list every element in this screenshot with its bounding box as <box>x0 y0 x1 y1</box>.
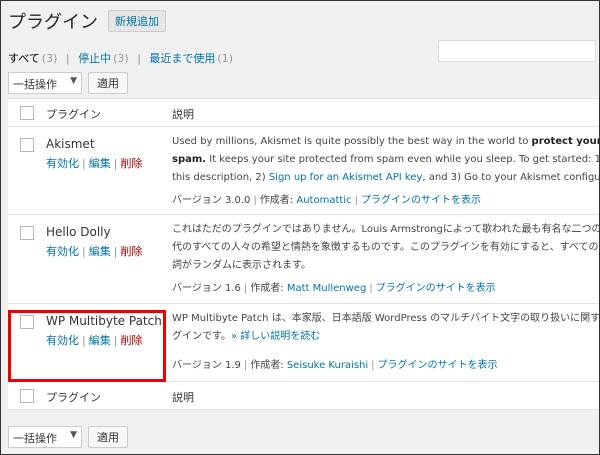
filter-all[interactable]: すべて (3) <box>8 52 57 65</box>
read-more-link[interactable]: » 詳しい説明を読む <box>231 331 320 342</box>
plugin-description: これはただのプラグインではありません。Louis Armstrongによって歌わ… <box>172 224 600 271</box>
bulk-actions-top: 一括操作 ▼ 適用 <box>8 72 128 94</box>
filter-inactive[interactable]: 停止中 (3) <box>78 52 129 65</box>
bulk-actions-bottom: 一括操作 ▼ 適用 <box>8 426 128 448</box>
author-link[interactable]: Automattic <box>296 195 351 206</box>
delete-link[interactable]: 削除 <box>120 334 142 347</box>
chevron-down-icon: ▼ <box>70 430 77 440</box>
author-link[interactable]: Matt Mullenweg <box>287 283 366 294</box>
select-all-checkbox-bottom[interactable] <box>20 389 34 403</box>
plugin-row-hello-dolly: Hello Dolly 有効化 | 編集 | 削除 これはただのプラグインではありません… <box>8 215 600 304</box>
column-footer-description: 説明 <box>172 391 194 404</box>
edit-link[interactable]: 編集 <box>89 157 111 170</box>
plugin-checkbox[interactable] <box>20 315 34 329</box>
plugin-site-link[interactable]: プラグインのサイトを表示 <box>378 360 498 371</box>
row-actions: 有効化 | 編集 | 削除 <box>46 245 143 258</box>
column-header-description: 説明 <box>172 108 194 121</box>
plugin-row-wp-multibyte-patch: WP Multibyte Patch 有効化 | 編集 | 削除 WP Multibyt… <box>8 304 600 382</box>
plugin-description: WP Multibyte Patch は、本家版、日本語版 WordPress … <box>172 313 600 342</box>
column-header-plugin[interactable]: プラグイン <box>46 106 101 122</box>
delete-link[interactable]: 削除 <box>120 245 142 258</box>
bulk-action-select[interactable]: 一括操作 ▼ <box>8 72 82 94</box>
page-header: プラグイン 新規追加 <box>8 8 166 34</box>
add-new-button[interactable]: 新規追加 <box>108 10 166 32</box>
plugin-name: Akismet <box>46 137 95 151</box>
plugin-search-input[interactable] <box>438 40 596 62</box>
author-link[interactable]: Seisuke Kuraishi <box>287 360 368 371</box>
plugin-row-akismet: Akismet 有効化 | 編集 | 削除 Used by millions, Akis… <box>8 127 600 215</box>
page-title: プラグイン <box>8 12 98 33</box>
select-all-checkbox[interactable] <box>20 106 34 120</box>
plugins-table: プラグイン 説明 Akismet 有効化 | 編集 | 削除 Used by milli… <box>8 98 600 410</box>
table-header-row: プラグイン 説明 <box>8 99 600 127</box>
akismet-signup-link[interactable]: Sign up for an Akismet API key <box>269 172 423 183</box>
plugin-checkbox[interactable] <box>20 138 34 152</box>
table-footer-row: プラグイン 説明 <box>8 382 600 410</box>
column-footer-plugin[interactable]: プラグイン <box>46 389 101 405</box>
plugin-meta: バージョン 1.6 | 作成者: Matt Mullenweg | プラグインのサイトを… <box>172 283 496 294</box>
plugin-checkbox[interactable] <box>20 226 34 240</box>
delete-link[interactable]: 削除 <box>120 157 142 170</box>
activate-link[interactable]: 有効化 <box>46 334 79 347</box>
plugin-site-link[interactable]: プラグインのサイトを表示 <box>361 195 481 206</box>
plugin-meta: バージョン 1.9 | 作成者: Seisuke Kuraishi | プラグインのサイ… <box>172 360 498 371</box>
edit-link[interactable]: 編集 <box>89 245 111 258</box>
apply-button-bottom[interactable]: 適用 <box>88 426 128 448</box>
activate-link[interactable]: 有効化 <box>46 157 79 170</box>
row-actions: 有効化 | 編集 | 削除 <box>46 334 143 347</box>
plugin-description: Used by millions, Akismet is quite possi… <box>172 136 600 183</box>
bulk-action-select-bottom[interactable]: 一括操作 ▼ <box>8 426 82 448</box>
activate-link[interactable]: 有効化 <box>46 245 79 258</box>
filter-recently-active[interactable]: 最近まで使用 (1) <box>149 52 233 65</box>
chevron-down-icon: ▼ <box>70 76 77 86</box>
plugin-meta: バージョン 3.0.0 | 作成者: Automattic | プラグインのサイトを表示 <box>172 195 481 206</box>
plugin-site-link[interactable]: プラグインのサイトを表示 <box>376 283 496 294</box>
apply-button[interactable]: 適用 <box>88 72 128 94</box>
row-actions: 有効化 | 編集 | 削除 <box>46 157 143 170</box>
edit-link[interactable]: 編集 <box>89 334 111 347</box>
status-filter-links: すべて (3) | 停止中 (3) | 最近まで使用 (1) <box>8 52 234 65</box>
plugin-name: Hello Dolly <box>46 225 111 239</box>
plugin-name: WP Multibyte Patch <box>46 314 162 328</box>
